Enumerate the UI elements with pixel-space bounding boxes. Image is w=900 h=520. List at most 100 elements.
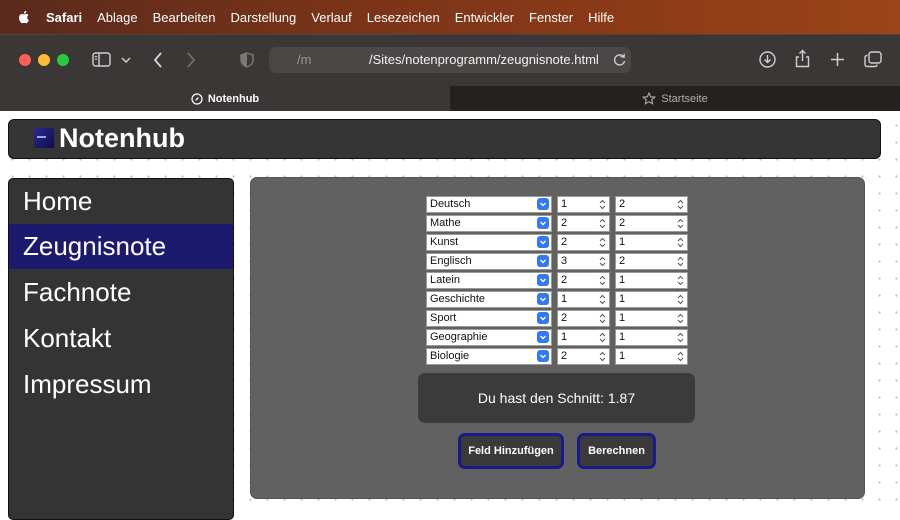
grade-input-b[interactable]: 2 [615,215,688,232]
menu-entwickler[interactable]: Entwickler [455,10,514,25]
grade-input-a[interactable]: 2 [557,310,610,327]
grade-value: 1 [619,293,626,305]
subject-select[interactable]: Geschichte [426,291,552,308]
menu-bearbeiten[interactable]: Bearbeiten [153,10,216,25]
privacy-shield-icon[interactable] [240,52,254,68]
close-window-button[interactable] [19,54,31,66]
stepper-icon[interactable] [599,275,606,286]
stepper-icon[interactable] [599,313,606,324]
subject-value: Kunst [430,236,459,248]
minimize-window-button[interactable] [38,54,50,66]
nav-item-impressum[interactable]: Impressum [9,362,233,407]
stepper-icon[interactable] [599,294,606,305]
menu-safari[interactable]: Safari [46,10,82,25]
stepper-icon[interactable] [677,237,684,248]
grade-input-b[interactable]: 2 [615,253,688,270]
apple-menu-icon[interactable] [16,9,32,25]
grade-value: 2 [561,274,568,286]
stepper-icon[interactable] [599,237,606,248]
grade-input-a[interactable]: 3 [557,253,610,270]
sidebar-toggle-icon[interactable] [92,52,111,67]
subject-select[interactable]: Geographie [426,329,552,346]
nav-item-zeugnisnote[interactable]: Zeugnisnote [9,224,233,269]
back-icon[interactable] [153,52,163,68]
grade-input-b[interactable]: 1 [615,329,688,346]
stepper-icon[interactable] [677,351,684,362]
grade-value: 2 [561,350,568,362]
add-field-button[interactable]: Feld Hinzufügen [458,433,564,469]
stepper-icon[interactable] [677,218,684,229]
subject-value: Englisch [430,255,472,267]
tab-overview-icon[interactable] [864,51,882,68]
zoom-window-button[interactable] [57,54,69,66]
subject-select[interactable]: Deutsch [426,196,552,213]
tab-startseite[interactable]: Startseite [450,86,900,111]
subject-select[interactable]: Kunst [426,234,552,251]
stepper-icon[interactable] [599,199,606,210]
grade-value: 3 [561,255,568,267]
stepper-icon[interactable] [599,256,606,267]
nav-item-home[interactable]: Home [9,179,233,224]
grade-input-b[interactable]: 1 [615,348,688,365]
grade-input-b[interactable]: 1 [615,272,688,289]
grade-input-b[interactable]: 2 [615,196,688,213]
grade-value: 1 [561,331,568,343]
menu-verlauf[interactable]: Verlauf [311,10,351,25]
menu-lesezeichen[interactable]: Lesezeichen [367,10,440,25]
grade-input-b[interactable]: 1 [615,310,688,327]
new-tab-icon[interactable] [830,52,845,67]
menu-fenster[interactable]: Fenster [529,10,573,25]
site-logo [34,128,54,148]
stepper-icon[interactable] [677,275,684,286]
stepper-icon[interactable] [677,313,684,324]
grade-input-a[interactable]: 1 [557,196,610,213]
address-bar[interactable]: /m /Sites/notenprogramm/zeugnisnote.html [269,47,631,73]
grade-input-a[interactable]: 1 [557,291,610,308]
grade-input-a[interactable]: 2 [557,348,610,365]
nav-item-fachnote[interactable]: Fachnote [9,270,233,315]
grade-value: 1 [561,293,568,305]
subject-select[interactable]: Biologie [426,348,552,365]
share-icon[interactable] [795,49,810,68]
chevron-down-icon [537,350,549,362]
grade-value: 1 [619,350,626,362]
chevron-down-icon [537,198,549,210]
grade-value: 2 [561,217,568,229]
tab-label: Notenhub [207,92,260,105]
grade-input-a[interactable]: 1 [557,329,610,346]
calculate-button[interactable]: Berechnen [577,433,656,469]
grade-input-b[interactable]: 1 [615,291,688,308]
chevron-down-icon[interactable] [121,57,131,63]
subject-select[interactable]: Mathe [426,215,552,232]
grade-input-a[interactable]: 2 [557,234,610,251]
grade-value: 2 [619,198,626,210]
nav-item-kontakt[interactable]: Kontakt [9,316,233,361]
reload-icon[interactable] [613,53,626,67]
star-icon [642,92,657,105]
stepper-icon[interactable] [677,199,684,210]
grade-value: 1 [561,198,568,210]
forward-icon[interactable] [186,52,196,68]
stepper-icon[interactable] [677,332,684,343]
subject-select[interactable]: Latein [426,272,552,289]
tab-notenhub[interactable]: Notenhub [0,86,450,112]
menu-hilfe[interactable]: Hilfe [588,10,614,25]
subject-value: Deutsch [430,198,471,210]
stepper-icon[interactable] [677,294,684,305]
menu-darstellung[interactable]: Darstellung [231,10,297,25]
chevron-down-icon [537,255,549,267]
grade-input-a[interactable]: 2 [557,272,610,289]
grade-input-b[interactable]: 1 [615,234,688,251]
grade-value: 2 [561,312,568,324]
grade-value: 1 [619,312,626,324]
downloads-icon[interactable] [759,51,776,68]
subject-select[interactable]: Englisch [426,253,552,270]
subject-select[interactable]: Sport [426,310,552,327]
grade-input-a[interactable]: 2 [557,215,610,232]
stepper-icon[interactable] [599,351,606,362]
stepper-icon[interactable] [677,256,684,267]
stepper-icon[interactable] [599,332,606,343]
menu-ablage[interactable]: Ablage [97,10,137,25]
chevron-down-icon [537,274,549,286]
stepper-icon[interactable] [599,218,606,229]
